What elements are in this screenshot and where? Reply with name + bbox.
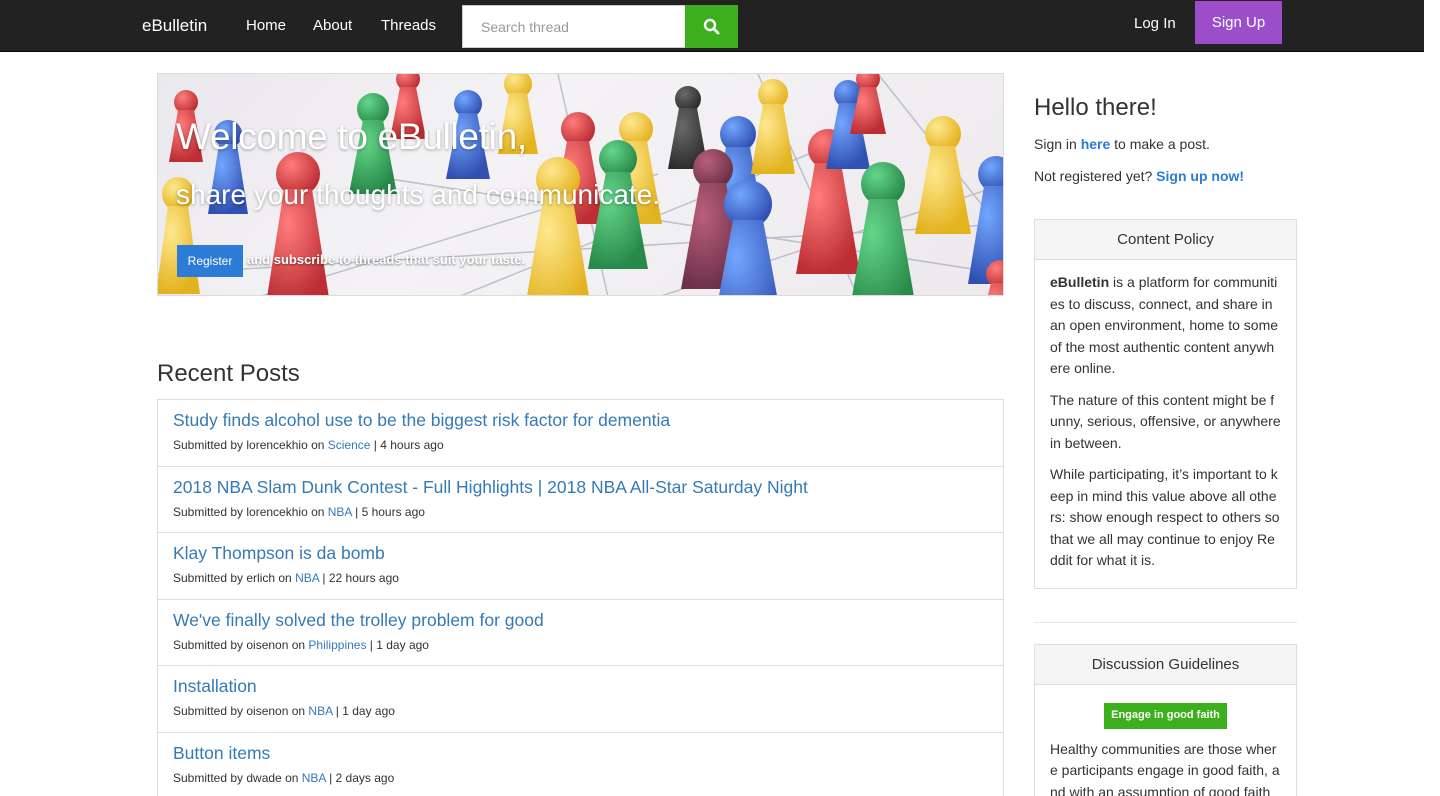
post-meta: Submitted by erlich on NBA | 22 hours ag…	[173, 571, 988, 585]
post-title-link[interactable]: 2018 NBA Slam Dunk Contest - Full Highli…	[173, 475, 988, 499]
list-item: 2018 NBA Slam Dunk Contest - Full Highli…	[158, 467, 1003, 533]
search-input[interactable]	[462, 5, 686, 48]
panel-body: eBulletin is a platform for communities …	[1035, 260, 1296, 588]
list-item: Klay Thompson is da bomb Submitted by er…	[158, 533, 1003, 600]
thread-link[interactable]: Science	[328, 438, 371, 452]
policy-paragraph: The nature of this content might be funn…	[1050, 391, 1281, 451]
register-pre: Not registered yet?	[1034, 168, 1157, 184]
panel-title: Discussion Guidelines	[1035, 645, 1296, 685]
nav-home[interactable]: Home	[246, 17, 286, 34]
post-time: | 22 hours ago	[319, 571, 399, 585]
post-time: | 4 hours ago	[370, 438, 444, 452]
register-prompt: Not registered yet? Sign up now!	[1034, 168, 1244, 184]
post-meta: Submitted by lorencekhio on NBA | 5 hour…	[173, 505, 988, 519]
thread-link[interactable]: NBA	[328, 505, 352, 519]
post-meta: Submitted by oisenon on NBA | 1 day ago	[173, 704, 988, 718]
recent-posts-list: Study finds alcohol use to be the bigges…	[157, 399, 1004, 796]
good-faith-badge: Engage in good faith	[1104, 703, 1227, 729]
brand-logo[interactable]: eBulletin	[142, 16, 207, 36]
post-author: Submitted by dwade on	[173, 770, 302, 785]
signin-prompt: Sign in here to make a post.	[1034, 136, 1210, 152]
hero-subtitle: share your thoughts and communicate.	[176, 179, 661, 210]
signup-now-link[interactable]: Sign up now!	[1156, 168, 1244, 184]
post-meta: Submitted by dwade on NBA | 2 days ago	[173, 771, 988, 785]
content-policy-panel: Content Policy eBulletin is a platform f…	[1034, 219, 1297, 589]
panel-title: Content Policy	[1035, 220, 1296, 260]
policy-brand: eBulletin	[1050, 274, 1110, 290]
navbar: eBulletin Home About Threads Log In Sign…	[0, 0, 1424, 52]
recent-posts-heading: Recent Posts	[157, 360, 300, 387]
search-icon	[703, 18, 720, 35]
post-author: Submitted by lorencekhio on	[173, 438, 328, 452]
post-meta: Submitted by oisenon on Philippines | 1 …	[173, 638, 988, 652]
guidelines-text: Healthy communities are those where part…	[1050, 740, 1280, 796]
post-title-link[interactable]: Installation	[173, 674, 988, 698]
signup-button[interactable]: Sign Up	[1195, 1, 1282, 44]
discussion-guidelines-panel: Discussion Guidelines Engage in good fai…	[1034, 644, 1297, 796]
list-item: Button items Submitted by dwade on NBA |…	[158, 733, 1003, 796]
post-author: Submitted by oisenon on	[173, 637, 309, 652]
post-title-link[interactable]: Study finds alcohol use to be the bigges…	[173, 408, 988, 432]
signin-here-link[interactable]: here	[1081, 136, 1111, 152]
thread-link[interactable]: NBA	[295, 571, 319, 585]
signin-pre: Sign in	[1034, 136, 1081, 152]
search-button[interactable]	[685, 5, 738, 48]
post-title-link[interactable]: Klay Thompson is da bomb	[173, 541, 988, 565]
nav-threads[interactable]: Threads	[381, 17, 436, 34]
post-time: | 2 days ago	[325, 770, 395, 785]
list-item: Study finds alcohol use to be the bigges…	[158, 400, 1003, 467]
thread-link[interactable]: Philippines	[308, 638, 366, 652]
thread-link[interactable]: NBA	[308, 704, 332, 718]
login-link[interactable]: Log In	[1134, 15, 1176, 32]
policy-paragraph: While participating, it’s important to k…	[1050, 466, 1280, 568]
panel-body: Engage in good faith Healthy communities…	[1035, 685, 1296, 796]
hello-heading: Hello there!	[1034, 94, 1157, 121]
post-meta: Submitted by lorencekhio on Science | 4 …	[173, 438, 988, 452]
hero-title: Welcome to eBulletin,	[176, 116, 527, 157]
post-author: Submitted by oisenon on	[173, 704, 309, 718]
badge-wrapper: Engage in good faith	[1050, 703, 1281, 729]
post-title-link[interactable]: We've finally solved the trolley problem…	[173, 608, 988, 632]
hero-banner: Welcome to eBulletin, share your thought…	[157, 73, 1004, 296]
post-author: Submitted by lorencekhio on	[173, 504, 328, 519]
signin-post: to make a post.	[1110, 136, 1210, 152]
post-time: | 5 hours ago	[351, 504, 425, 519]
divider	[1034, 622, 1297, 623]
list-item: Installation Submitted by oisenon on NBA…	[158, 666, 1003, 733]
nav-about[interactable]: About	[313, 17, 352, 34]
post-time: | 1 day ago	[366, 637, 429, 652]
list-item: We've finally solved the trolley problem…	[158, 600, 1003, 666]
post-time: | 1 day ago	[332, 704, 395, 718]
thread-link[interactable]: NBA	[302, 771, 326, 785]
hero-tagline: and subscribe to threads that suit your …	[247, 252, 526, 267]
post-author: Submitted by erlich on	[173, 571, 296, 585]
post-title-link[interactable]: Button items	[173, 741, 988, 765]
policy-paragraph: eBulletin is a platform for communities …	[1050, 272, 1281, 380]
register-button[interactable]: Register	[177, 245, 243, 277]
